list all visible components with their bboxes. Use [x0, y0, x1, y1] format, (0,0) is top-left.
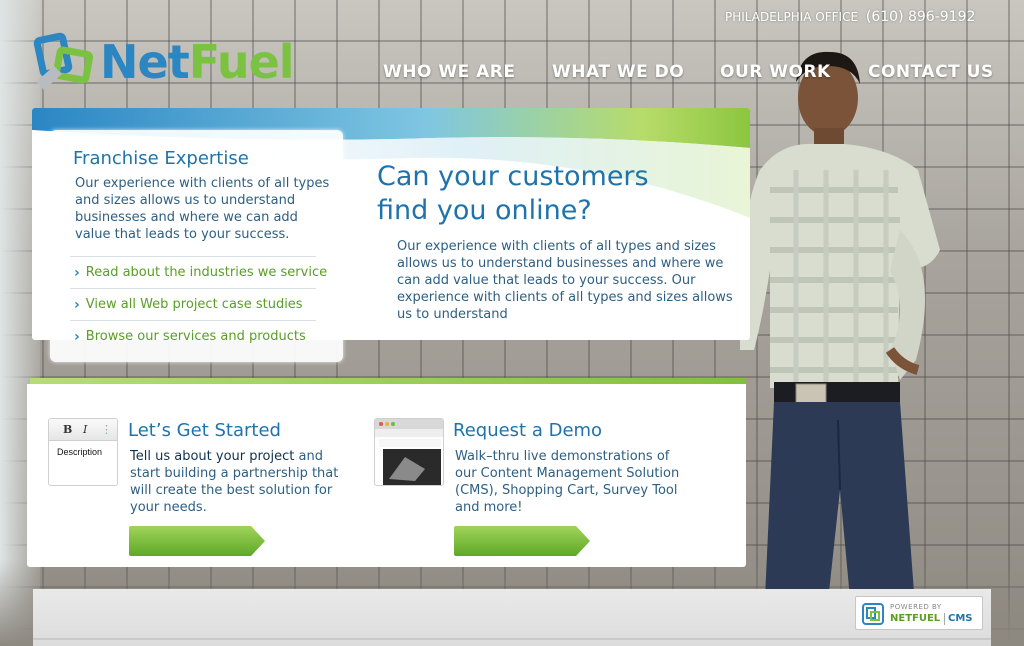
bold-icon: B — [63, 423, 73, 436]
nav-our-work[interactable]: OUR WORK — [720, 62, 831, 82]
netfuel-logo-icon — [33, 32, 94, 90]
demo-thumbnail — [374, 418, 444, 486]
powered-by-label: POWERED BY — [890, 603, 942, 611]
logo-fuel-text: Fuel — [188, 35, 295, 89]
logo-wordmark: NetFuel — [100, 34, 295, 90]
netfuel-cms-icon — [862, 603, 884, 625]
hero-text: Our experience with clients of all types… — [397, 239, 733, 322]
office-label: PHILADELPHIA OFFICE — [725, 10, 859, 24]
link-industries-label: Read about the industries we service — [85, 265, 328, 280]
link-services[interactable]: › Browse our services and products — [70, 320, 316, 352]
chevron-right-icon: › — [74, 264, 80, 281]
chevron-right-icon: › — [74, 296, 80, 313]
link-services-label: Browse our services and products — [85, 329, 306, 344]
powered-by-divider — [944, 613, 945, 625]
franchise-links: › Read about the industries we service ›… — [70, 256, 327, 352]
office-phone[interactable]: (610) 896-9192 — [866, 9, 976, 25]
action-panel: B I ⋮ Description Let’s Get Started Tell… — [27, 384, 746, 567]
powered-by-brand: NETFUEL — [890, 613, 941, 624]
powered-by-product: CMS — [948, 613, 973, 624]
list-icon: ⋮ — [101, 423, 112, 436]
demo-title: Request a Demo — [453, 420, 603, 441]
netfuel-logo[interactable]: NetFuel — [32, 30, 307, 100]
chevron-right-icon: › — [74, 328, 80, 345]
powered-by-badge[interactable]: POWERED BY NETFUEL CMS — [855, 596, 983, 630]
link-case-studies[interactable]: › View all Web project case studies — [70, 288, 316, 320]
italic-icon: I — [83, 423, 88, 436]
nav-who-we-are[interactable]: WHO WE ARE — [383, 62, 516, 82]
hero-headline: Can your customers find you online? — [377, 161, 649, 226]
get-started-text-bold: Tell us about your project — [130, 449, 295, 464]
cms-screenshot-icon — [375, 419, 443, 485]
get-started-title: Let’s Get Started — [128, 420, 281, 441]
get-started-text: Tell us about your project and start bui… — [130, 448, 340, 516]
demo-text: Walk–thru live demonstrations of our Con… — [455, 449, 680, 515]
get-started-button[interactable] — [129, 526, 265, 556]
editor-toolbar: B I ⋮ — [49, 419, 117, 441]
person-photo — [740, 51, 940, 620]
franchise-text: Our experience with clients of all types… — [75, 176, 330, 242]
editor-thumbnail: B I ⋮ Description — [48, 418, 118, 486]
link-industries[interactable]: › Read about the industries we service — [70, 256, 327, 288]
request-demo-button[interactable] — [454, 526, 590, 556]
logo-net-text: Net — [100, 35, 190, 89]
franchise-box: Franchise Expertise Our experience with … — [50, 130, 343, 362]
footer-divider — [33, 638, 991, 640]
franchise-title: Franchise Expertise — [73, 148, 249, 169]
editor-description: Description — [57, 447, 103, 457]
nav-what-we-do[interactable]: WHAT WE DO — [552, 62, 684, 82]
nav-contact-us[interactable]: CONTACT US — [868, 62, 994, 82]
footer: POWERED BY NETFUEL CMS — [33, 589, 991, 646]
office-contact: PHILADELPHIA OFFICE (610) 896-9192 — [725, 8, 975, 26]
link-case-studies-label: View all Web project case studies — [85, 297, 303, 312]
